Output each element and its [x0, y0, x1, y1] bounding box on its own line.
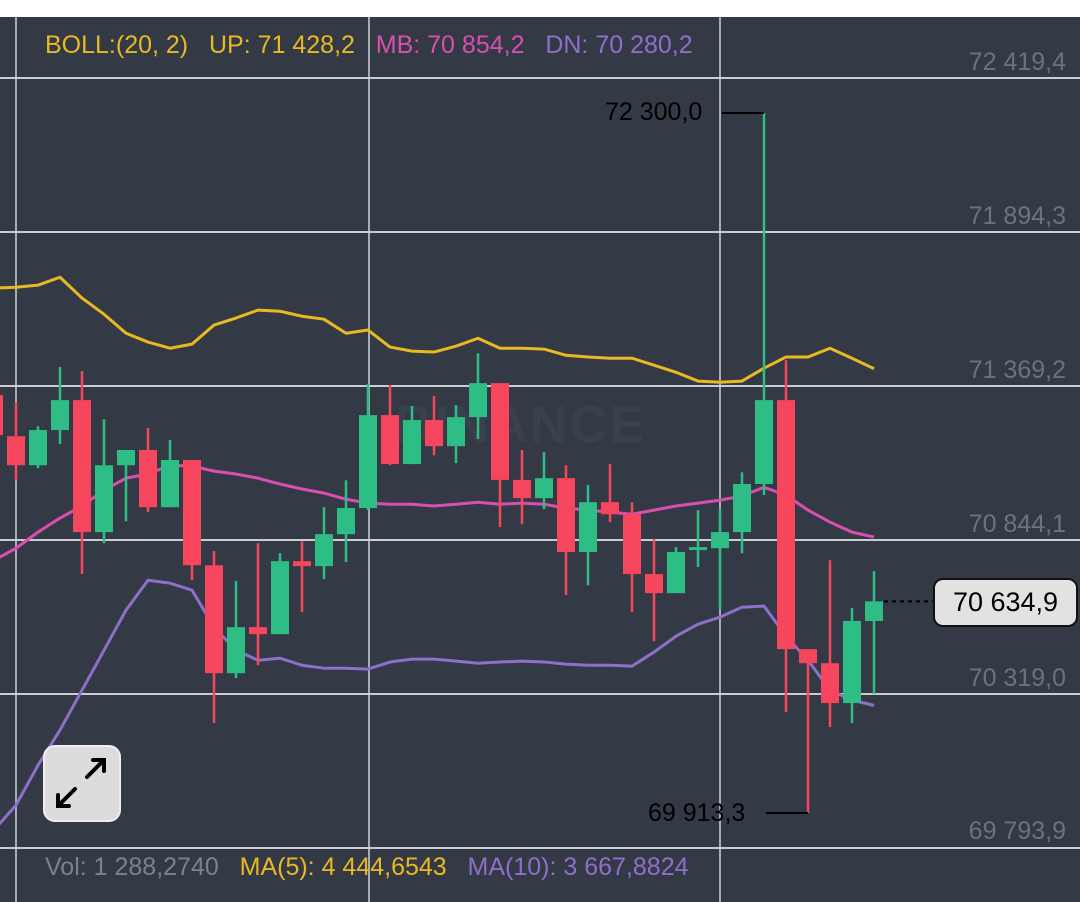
candle-bullish: [689, 547, 707, 551]
candle-bullish: [469, 383, 487, 418]
fullscreen-button[interactable]: [43, 745, 121, 822]
candle-bearish: [205, 565, 223, 674]
y-tick-label: 70 319,0: [968, 664, 1066, 692]
candle-bearish: [293, 561, 311, 567]
candle-bullish: [403, 420, 421, 465]
candle-bullish: [51, 400, 69, 431]
candle-bearish: [821, 663, 839, 704]
candlestick-plot[interactable]: [0, 17, 1080, 902]
candle-bullish: [29, 430, 47, 466]
high-price-marker: 72 300,0: [605, 98, 703, 126]
candle-bearish: [73, 400, 91, 533]
candle-bearish: [381, 415, 399, 465]
y-tick-label: 71 894,3: [968, 202, 1066, 230]
current-price-value: 70 634,9: [952, 587, 1059, 617]
current-price-label: 70 634,9: [933, 578, 1078, 627]
volume-ma10: MA(10): 3 667,8824: [467, 853, 689, 881]
candle-bearish: [425, 420, 443, 447]
boll-mb-value: MB: 70 854,2: [375, 31, 525, 59]
y-tick-label: 69 793,9: [968, 817, 1066, 845]
boll-lower-line: [0, 578, 875, 826]
candle-bullish: [359, 415, 377, 509]
candle-bullish: [271, 561, 289, 635]
candle-bearish: [7, 436, 25, 466]
y-tick-label: 70 844,1: [968, 510, 1066, 538]
candle-bullish: [337, 508, 355, 535]
volume-value: Vol: 1 288,2740: [45, 853, 219, 881]
candle-bearish: [623, 514, 641, 575]
candle-bullish: [755, 400, 773, 485]
candle-bearish: [601, 502, 619, 515]
y-tick-label: 71 369,2: [968, 356, 1066, 384]
candle-bearish: [183, 459, 201, 566]
candle-bearish: [799, 649, 817, 664]
candle-bullish: [447, 417, 465, 447]
boll-label: BOLL:(20, 2): [45, 31, 189, 59]
candle-bearish: [0, 395, 3, 436]
candle-bearish: [513, 479, 531, 499]
boll-legend: BOLL:(20, 2) UP: 71 428,2 MB: 70 854,2 D…: [45, 31, 693, 60]
candle-bullish: [227, 627, 245, 674]
low-price-marker: 69 913,3: [648, 799, 746, 827]
volume-legend: Vol: 1 288,2740 MA(5): 4 444,6543 MA(10)…: [45, 853, 689, 882]
candle-bearish: [491, 383, 509, 480]
candle-bullish: [865, 601, 883, 621]
candle-bearish: [557, 478, 575, 553]
chart-area[interactable]: BINANCE: [0, 17, 1080, 902]
candle-bullish: [711, 532, 729, 549]
expand-arrows-icon: [56, 758, 106, 808]
candle-bearish: [777, 400, 795, 650]
candle-bearish: [139, 449, 157, 508]
y-tick-label: 72 419,4: [968, 48, 1066, 76]
candle-bearish: [249, 627, 267, 635]
boll-up-value: UP: 71 428,2: [208, 31, 355, 59]
candle-bullish: [117, 449, 135, 466]
candle-bullish: [579, 502, 597, 553]
candle-bullish: [843, 620, 861, 704]
candle-bullish: [733, 484, 751, 533]
candle-bullish: [161, 459, 179, 508]
candle-bullish: [95, 465, 113, 533]
boll-dn-value: DN: 70 280,2: [545, 31, 693, 59]
candle-bullish: [535, 478, 553, 499]
boll-upper-line: [0, 275, 875, 384]
candle-bullish: [315, 534, 333, 567]
candle-bullish: [667, 552, 685, 594]
candle-bearish: [645, 574, 663, 594]
volume-ma5: MA(5): 4 444,6543: [239, 853, 447, 881]
